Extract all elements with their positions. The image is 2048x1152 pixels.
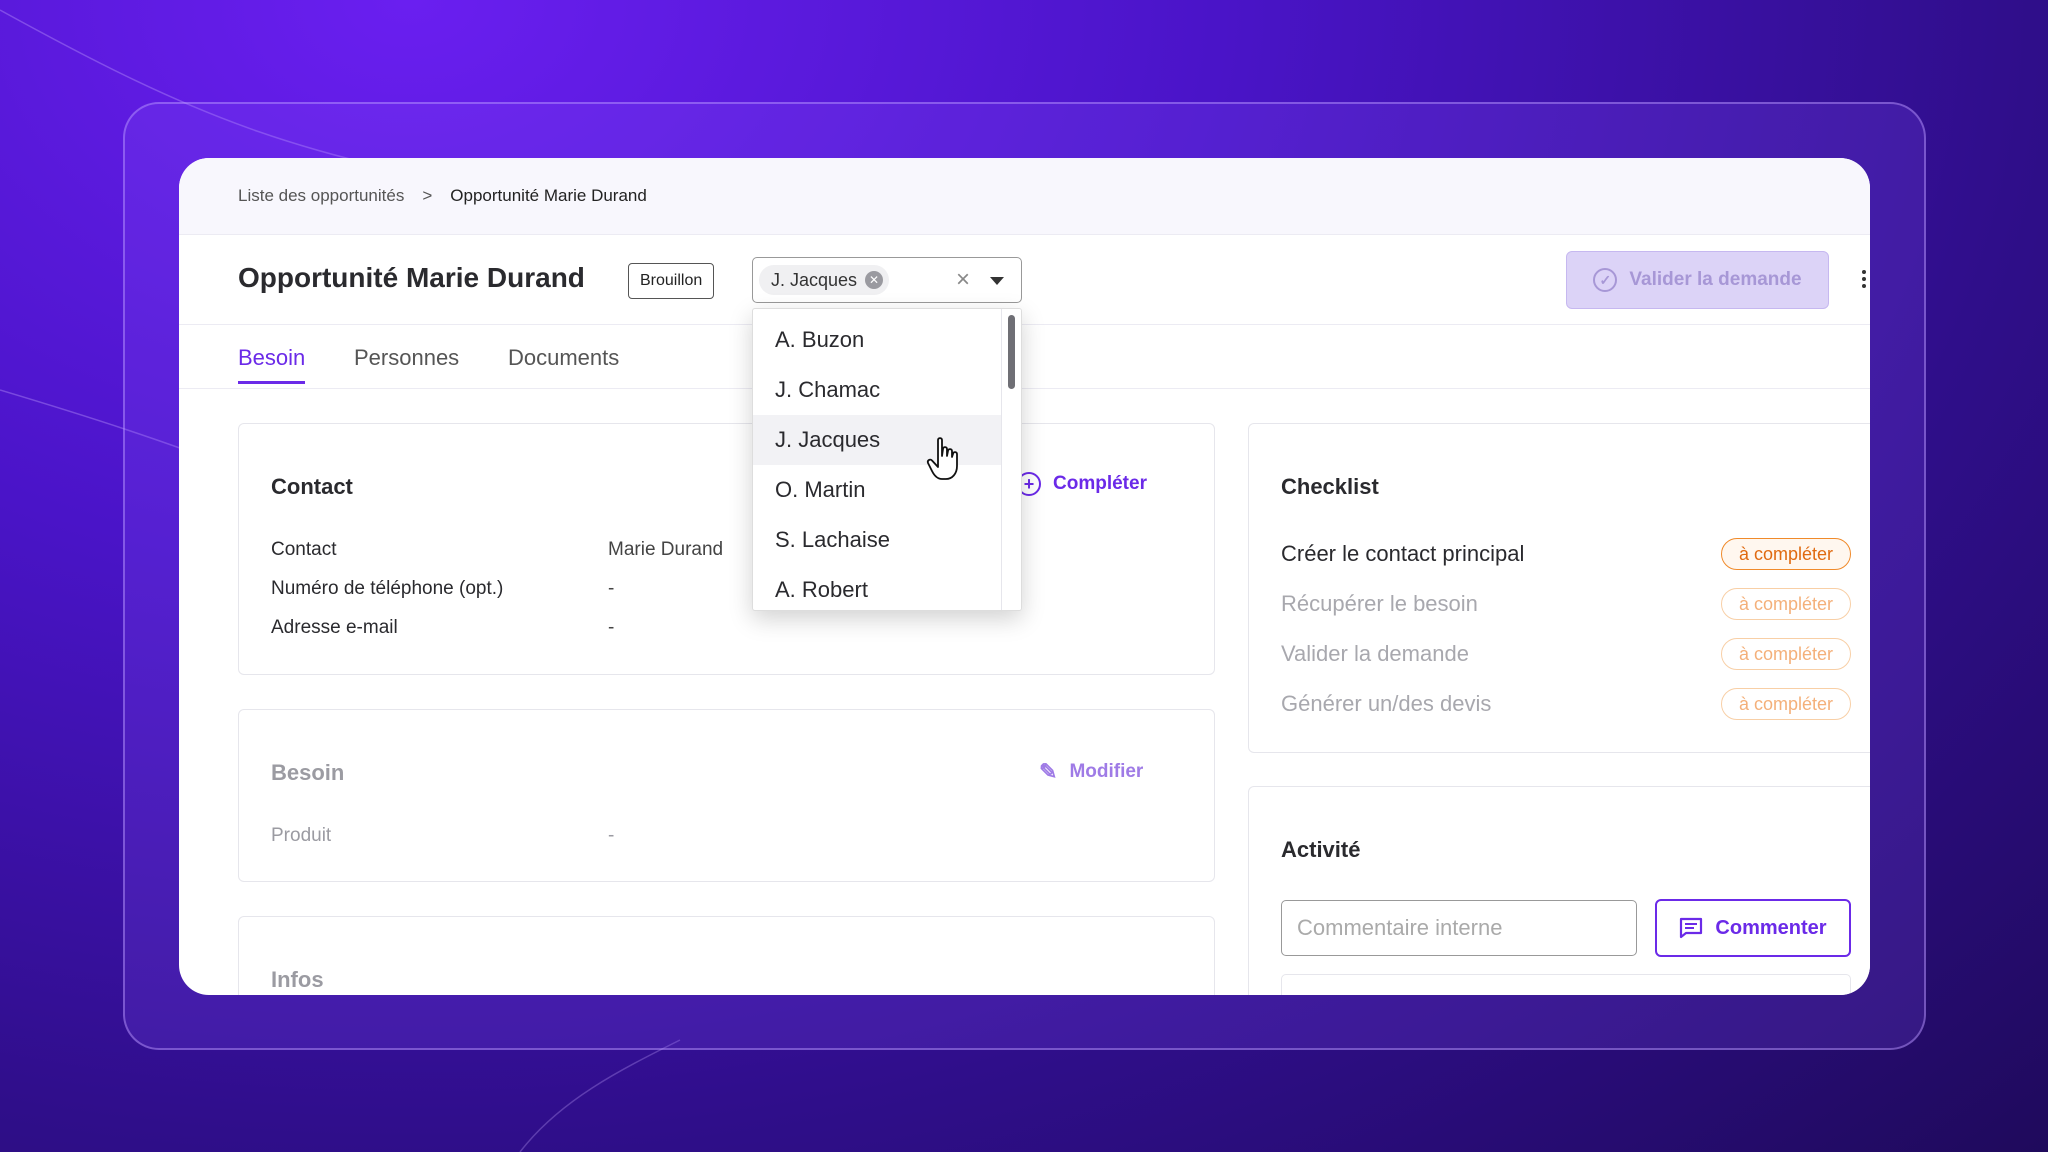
checklist-item: Générer un/des devis [1281, 691, 1492, 716]
email-value: - [608, 617, 615, 638]
checklist-item: Récupérer le besoin [1281, 591, 1478, 616]
assignee-chip-label: J. Jacques [771, 269, 858, 290]
phone-label: Numéro de téléphone (opt.) [271, 578, 504, 599]
dropdown-option[interactable]: A. Buzon [753, 315, 1001, 365]
comment-icon [1680, 917, 1703, 939]
dropdown-scrollbar[interactable] [1001, 309, 1021, 610]
activity-card: Activité Commentaire interne Commenter [1248, 786, 1870, 995]
modify-button-label: Modifier [1069, 761, 1144, 782]
breadcrumb-separator: > [422, 186, 433, 205]
tab-personnes[interactable]: Personnes [354, 345, 459, 371]
product-label: Produit [271, 825, 332, 846]
breadcrumb-parent-link[interactable]: Liste des opportunités [238, 186, 404, 206]
phone-value: - [608, 578, 615, 599]
assignee-dropdown: A. Buzon J. Chamac J. Jacques O. Martin … [752, 308, 1022, 611]
more-options-icon[interactable] [1862, 270, 1866, 288]
infos-card: Infos [238, 916, 1215, 995]
complete-button[interactable]: + Compléter [1017, 472, 1147, 496]
validate-request-button[interactable]: ✓ Valider la demande [1566, 251, 1829, 309]
dropdown-option[interactable]: J. Chamac [753, 365, 1001, 415]
comment-placeholder: Commentaire interne [1297, 915, 1503, 940]
app-window: Liste des opportunités > Opportunité Mar… [179, 158, 1870, 995]
activity-title: Activité [1281, 837, 1361, 862]
validate-request-label: Valider la demande [1629, 269, 1802, 290]
comment-button[interactable]: Commenter [1655, 899, 1851, 957]
hand-cursor-icon [926, 437, 958, 480]
tab-besoin[interactable]: Besoin [238, 345, 306, 384]
checklist-item: Valider la demande [1281, 641, 1469, 666]
modify-button[interactable]: ✎ Modifier [1039, 759, 1143, 785]
checklist-card: Checklist Créer le contact principal à c… [1248, 423, 1870, 753]
infos-card-title: Infos [271, 967, 324, 992]
email-label: Adresse e-mail [271, 617, 398, 638]
breadcrumb-current: Opportunité Marie Durand [450, 186, 647, 205]
page-header: Opportunité Marie Durand Brouillon J. Ja… [179, 235, 1870, 325]
contact-card-title: Contact [271, 474, 353, 499]
status-pill: à compléter [1721, 538, 1851, 570]
scrollbar-thumb[interactable] [1008, 315, 1015, 389]
remove-chip-icon[interactable]: ✕ [865, 271, 884, 289]
checklist-title: Checklist [1281, 474, 1379, 499]
contact-card: Contact + Compléter Contact Marie Durand… [238, 423, 1215, 675]
assignee-select[interactable]: J. Jacques ✕ × [752, 257, 1022, 303]
complete-button-label: Compléter [1053, 473, 1147, 494]
status-pill: à compléter [1721, 688, 1851, 720]
tab-bar: Besoin Personnes Documents [179, 325, 1870, 389]
dropdown-option[interactable]: A. Robert [753, 565, 1001, 610]
tab-documents[interactable]: Documents [508, 345, 619, 371]
comment-input[interactable]: Commentaire interne [1281, 900, 1637, 956]
status-pill: à compléter [1721, 638, 1851, 670]
clear-selection-icon[interactable]: × [956, 266, 970, 294]
status-pill: à compléter [1721, 588, 1851, 620]
activity-entry [1281, 974, 1851, 995]
chevron-down-icon[interactable] [990, 277, 1004, 285]
check-circle-icon: ✓ [1593, 268, 1618, 292]
assignee-chip: J. Jacques ✕ [759, 265, 890, 295]
page-title: Opportunité Marie Durand [238, 262, 585, 293]
status-badge: Brouillon [628, 263, 715, 299]
contact-label: Contact [271, 539, 337, 560]
breadcrumb: Liste des opportunités > Opportunité Mar… [179, 158, 1870, 235]
contact-value: Marie Durand [608, 539, 724, 560]
besoin-card-title: Besoin [271, 760, 345, 785]
pencil-icon: ✎ [1039, 759, 1058, 784]
product-value: - [608, 825, 615, 846]
besoin-card: Besoin ✎ Modifier Produit - [238, 709, 1215, 882]
comment-button-label: Commenter [1715, 916, 1827, 939]
dropdown-option[interactable]: S. Lachaise [753, 515, 1001, 565]
checklist-item: Créer le contact principal [1281, 541, 1525, 566]
